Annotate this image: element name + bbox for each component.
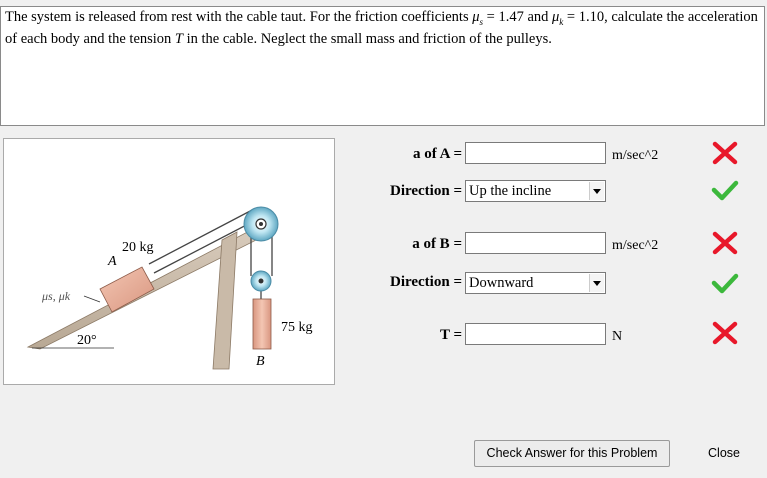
tension-unit: N [612, 329, 623, 344]
mu-s-symbol: μ [472, 9, 480, 25]
friction-label: μs, μk [41, 289, 71, 303]
incorrect-x-icon [712, 231, 738, 255]
correct-check-icon [711, 180, 739, 201]
a-of-b-label: a of B = [412, 236, 462, 252]
direction-a-select[interactable]: Up the incline [465, 180, 606, 202]
check-answer-button[interactable]: Check Answer for this Problem [474, 440, 670, 467]
pulley-diagram: 20 kg A 75 kg B 20° μs, μk [26, 206, 313, 370]
block-b [252, 298, 272, 350]
direction-b-select[interactable]: Downward [465, 272, 606, 294]
tension-input[interactable] [465, 323, 606, 345]
problem-figure: 20 kg A 75 kg B 20° μs, μk [3, 138, 335, 385]
a-of-a-unit: m/sec^2 [612, 148, 659, 163]
mass-a-label: 20 kg [122, 240, 154, 255]
incorrect-x-icon [712, 141, 738, 165]
direction-b-label: Direction = [389, 274, 462, 290]
incorrect-x-icon [712, 321, 738, 345]
chevron-down-icon[interactable] [589, 182, 604, 200]
tension-symbol: T [174, 30, 183, 47]
block-a-label: A [107, 254, 117, 269]
a-of-b-unit: m/sec^2 [612, 238, 659, 253]
close-button[interactable]: Close [690, 440, 758, 467]
mass-b-label: 75 kg [281, 320, 313, 335]
a-of-b-input[interactable] [465, 232, 606, 254]
chevron-down-icon[interactable] [589, 274, 604, 292]
angle-label: 20° [77, 333, 97, 348]
tension-label: T = [439, 327, 462, 343]
block-b-label: B [256, 354, 265, 369]
a-of-a-input[interactable] [465, 142, 606, 164]
correct-check-icon [711, 273, 739, 294]
a-of-a-label: a of A = [413, 146, 462, 162]
problem-statement: The system is released from rest with th… [0, 6, 765, 126]
direction-a-label: Direction = [389, 183, 462, 199]
